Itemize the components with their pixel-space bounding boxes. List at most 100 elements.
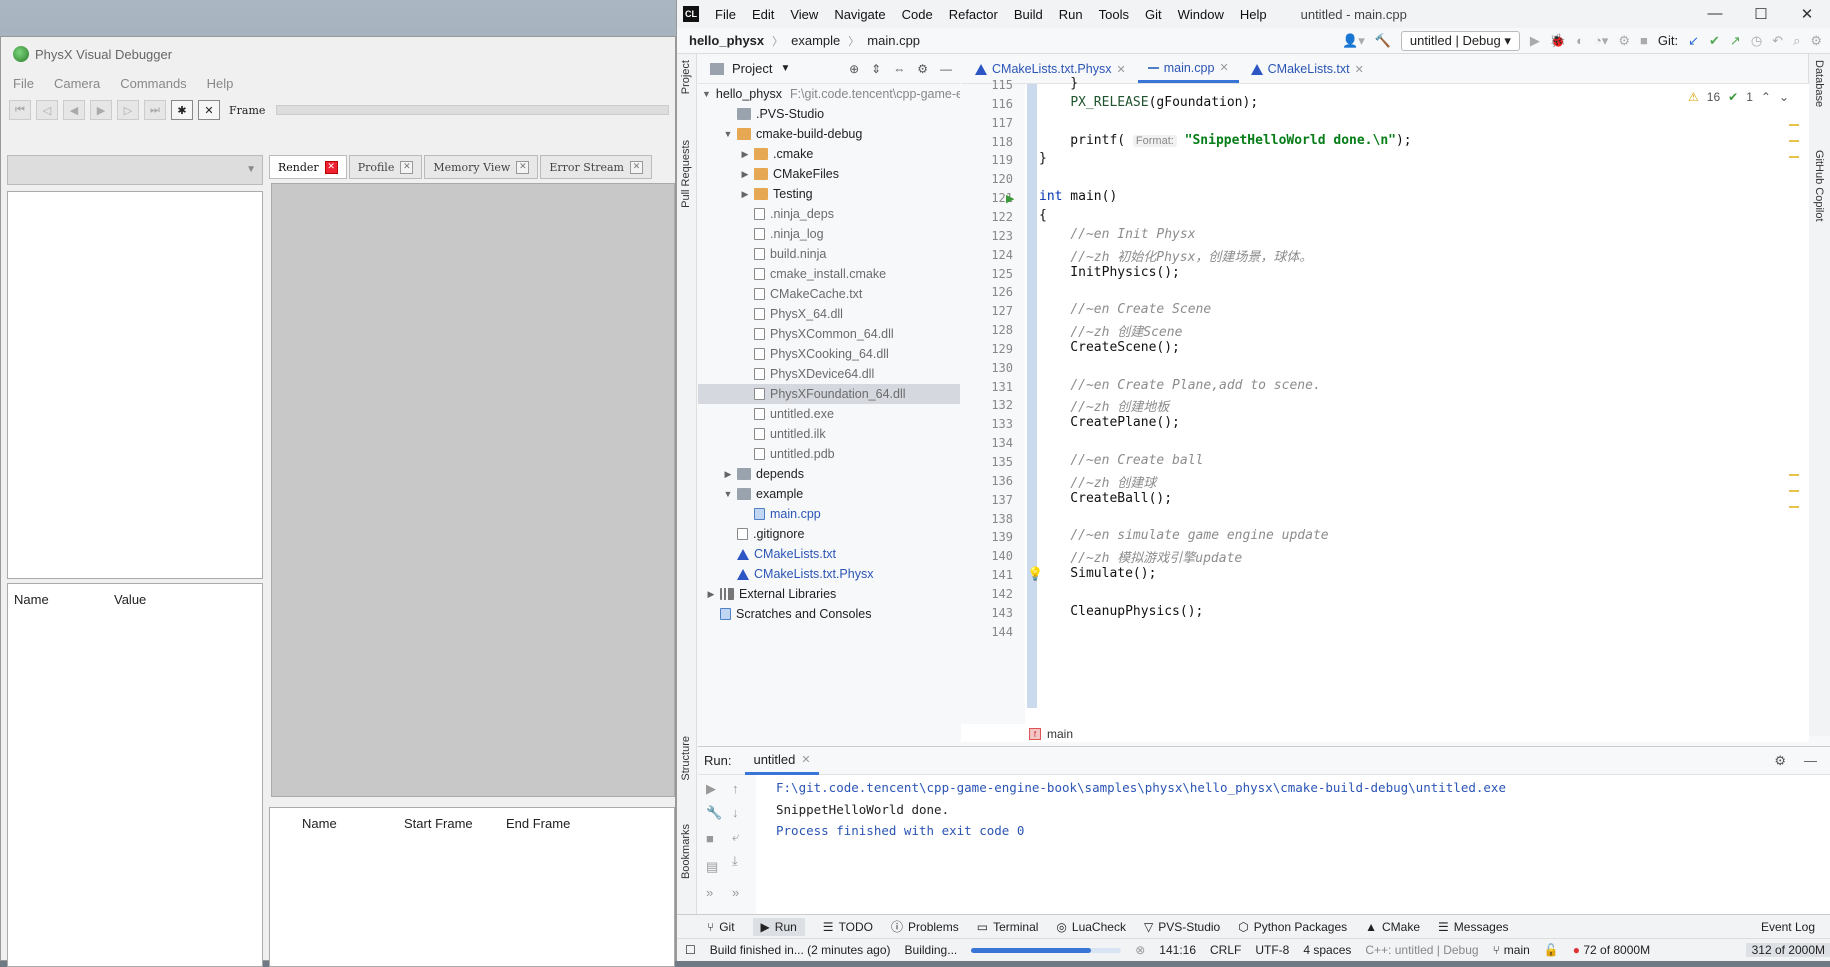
code-line[interactable]: //~zh 初始化Physx，创建场景，球体。 <box>1039 246 1312 265</box>
tree-item[interactable]: main.cpp <box>698 504 960 524</box>
tree-item[interactable]: Scratches and Consoles <box>698 604 960 624</box>
chevron-right-icon[interactable]: ▶ <box>736 149 754 160</box>
tree-item[interactable]: CMakeCache.txt <box>698 284 960 304</box>
step-back-icon[interactable]: ◀ <box>63 100 85 120</box>
more-icon[interactable]: » <box>706 885 713 900</box>
code-editor[interactable]: 115 116 117 118 119 120 121 ▶ 122 123 124 125 126 127… <box>961 76 1809 742</box>
settings-icon[interactable]: ⚙ <box>1810 33 1822 49</box>
code-line[interactable]: //~zh 模拟游戏引擎update <box>1039 547 1242 566</box>
menu-code[interactable]: Code <box>896 7 939 22</box>
project-title[interactable]: Project <box>732 61 772 76</box>
tree-item[interactable]: ▼ hello_physx F:\git.code.tencent\cpp-game… <box>698 84 960 104</box>
run-tab-untitled[interactable]: untitled ✕ <box>745 747 819 775</box>
toolwindow-terminal[interactable]: ▭ Terminal <box>977 920 1039 934</box>
status-encoding[interactable]: UTF-8 <box>1255 943 1289 957</box>
code-line[interactable]: { <box>1039 208 1047 223</box>
tool-pull-requests[interactable]: Pull Requests <box>680 140 692 208</box>
tree-item[interactable]: PhysXFoundation_64.dll <box>698 384 960 404</box>
tree-item[interactable]: build.ninja <box>698 244 960 264</box>
pvd-menu-help[interactable]: Help <box>207 76 234 91</box>
chevron-down-icon[interactable]: ▼ <box>719 129 737 139</box>
status-git-branch[interactable]: ⑂ main <box>1493 943 1530 957</box>
chevron-down-icon[interactable]: ⌄ <box>1779 90 1789 104</box>
disconnect-icon[interactable]: ✕ <box>198 100 220 120</box>
breadcrumb-project[interactable]: hello_physx <box>689 33 764 48</box>
chevron-up-icon[interactable]: ⌃ <box>1761 90 1771 104</box>
step-forward-icon[interactable]: ▷ <box>117 100 139 120</box>
toolwindow-python-packages[interactable]: ⬡ Python Packages <box>1238 920 1347 934</box>
tree-item[interactable]: ▼ cmake-build-debug <box>698 124 960 144</box>
status-memory-2[interactable]: 312 of 2000M <box>1745 943 1830 957</box>
code-line[interactable]: CreatePlane(); <box>1039 415 1180 430</box>
layout-icon[interactable]: ▤ <box>706 859 718 875</box>
code-line[interactable]: CreateBall(); <box>1039 491 1172 506</box>
tree-item[interactable]: PhysXCommon_64.dll <box>698 324 960 344</box>
tree-item[interactable]: untitled.pdb <box>698 444 960 464</box>
tool-project[interactable]: Project <box>680 60 692 94</box>
project-tree[interactable]: ▼ hello_physx F:\git.code.tencent\cpp-game… <box>698 84 960 738</box>
arrow-up-icon[interactable]: ↑ <box>732 781 739 796</box>
tree-item[interactable]: PhysXCooking_64.dll <box>698 344 960 364</box>
tool-structure[interactable]: Structure <box>680 736 692 781</box>
gear-icon[interactable]: ⚙ <box>917 62 928 76</box>
menu-help[interactable]: Help <box>1234 7 1273 22</box>
run-gutter-icon[interactable]: ▶ <box>1006 192 1014 205</box>
scroll-to-end-icon[interactable]: ⤓ <box>732 853 738 869</box>
code-line[interactable]: } <box>1039 76 1078 91</box>
menu-refactor[interactable]: Refactor <box>943 7 1004 22</box>
toolwindow-cmake[interactable]: ▲ CMake <box>1365 920 1420 934</box>
status-position[interactable]: 141:16 <box>1159 943 1196 957</box>
toolwindow-git[interactable]: ⑂ Git <box>707 920 735 934</box>
cancel-build-icon[interactable]: ⊗ <box>1135 943 1145 957</box>
tree-item[interactable]: ▶ depends <box>698 464 960 484</box>
tree-item[interactable]: .gitignore <box>698 524 960 544</box>
hide-icon[interactable]: — <box>1804 753 1817 769</box>
editor-tab[interactable]: CMakeLists.txt ✕ <box>1241 55 1374 83</box>
close-icon[interactable]: ✕ <box>1116 63 1125 76</box>
chevron-down-icon[interactable]: ▼ <box>702 89 711 99</box>
profile-icon[interactable]: ◔▾ <box>1594 33 1608 49</box>
tool-github-copilot[interactable]: GitHub Copilot <box>1813 150 1825 222</box>
prev-frame-icon[interactable]: ◁ <box>36 100 58 120</box>
tree-item[interactable]: PhysXDevice64.dll <box>698 364 960 384</box>
stop-icon[interactable]: ■ <box>1640 33 1648 48</box>
chevron-right-icon[interactable]: ▶ <box>736 189 754 200</box>
more-icon[interactable]: » <box>732 885 739 900</box>
git-push-icon[interactable]: ↗ <box>1730 33 1741 49</box>
close-icon[interactable]: ✕ <box>1219 61 1228 74</box>
menu-file[interactable]: File <box>709 7 742 22</box>
tree-item[interactable]: ▶ CMakeFiles <box>698 164 960 184</box>
toolwindow-pvs-studio[interactable]: ▽ PVS-Studio <box>1144 920 1220 934</box>
code-line[interactable]: int main() <box>1039 189 1117 204</box>
breadcrumb-folder[interactable]: example <box>791 33 840 48</box>
menu-build[interactable]: Build <box>1008 7 1049 22</box>
coverage-icon[interactable]: ◐ <box>1576 33 1584 48</box>
pvd-menu-camera[interactable]: Camera <box>54 76 100 91</box>
code-line[interactable]: //~zh 创建地板 <box>1039 396 1169 415</box>
minimize-icon[interactable]: — <box>1692 5 1738 23</box>
close-window-icon[interactable]: ✕ <box>1784 5 1830 23</box>
code-line[interactable]: //~en Create Plane,add to scene. <box>1039 378 1320 393</box>
code-area[interactable]: } PX_RELEASE(gFoundation); printf( Forma… <box>1039 76 1779 724</box>
status-memory-1[interactable]: ● 72 of 8000M <box>1573 943 1650 957</box>
last-frame-icon[interactable]: ⏭ <box>144 100 166 120</box>
first-frame-icon[interactable]: ⏮ <box>9 100 31 120</box>
close-icon[interactable]: ✕ <box>629 160 643 174</box>
soft-wrap-icon[interactable]: ⤶ <box>732 829 739 845</box>
code-line[interactable]: //~zh 创建球 <box>1039 472 1156 491</box>
code-line[interactable]: //~en Create ball <box>1039 453 1203 468</box>
tree-item[interactable]: CMakeLists.txt <box>698 544 960 564</box>
expand-all-icon[interactable]: ⇕ <box>871 62 881 76</box>
chevron-right-icon[interactable]: ▶ <box>736 169 754 180</box>
tree-item[interactable]: ▶ External Libraries <box>698 584 960 604</box>
chevron-right-icon[interactable]: ▶ <box>702 589 720 600</box>
toolwindow-luacheck[interactable]: ◎ LuaCheck <box>1056 920 1126 934</box>
chevron-down-icon[interactable]: ▼ <box>780 63 790 74</box>
status-line-separator[interactable]: CRLF <box>1210 943 1241 957</box>
tree-item[interactable]: untitled.exe <box>698 404 960 424</box>
menu-navigate[interactable]: Navigate <box>828 7 891 22</box>
toolwindow-run[interactable]: ▶ Run <box>752 917 805 936</box>
status-build-message[interactable]: Build finished in... (2 minutes ago) <box>710 943 891 957</box>
code-line[interactable]: //~en Create Scene <box>1039 302 1211 317</box>
frame-slider[interactable] <box>276 105 669 115</box>
